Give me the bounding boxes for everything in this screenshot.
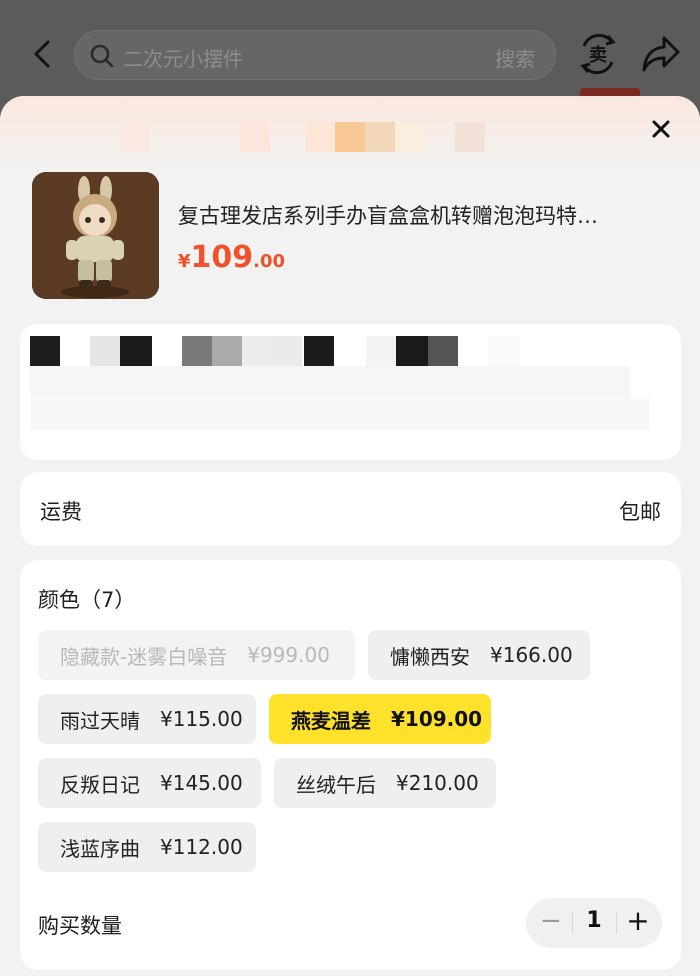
price-currency: ¥: [178, 251, 191, 272]
pixelated-content: [30, 336, 650, 430]
close-icon[interactable]: [646, 114, 676, 144]
option-name: 浅蓝序曲: [60, 836, 140, 861]
product-thumbnail: [32, 172, 159, 299]
option-chip[interactable]: 反叛日记 ¥145.00: [38, 758, 261, 808]
option-chip[interactable]: 隐藏款-迷雾白噪音 ¥999.00: [38, 630, 355, 680]
option-price: ¥210.00: [396, 771, 479, 795]
option-name: 雨过天晴: [60, 708, 140, 733]
shipping-label: 运费: [40, 500, 82, 524]
search-placeholder: 二次元小摆件: [123, 47, 243, 71]
increment-button[interactable]: +: [626, 904, 650, 937]
share-icon[interactable]: [640, 34, 682, 74]
sku-selector-sheet: 复古理发店系列手办盲盒盒机转赠泡泡玛特… ¥109.00 运费 包邮 颜色（7）: [0, 96, 700, 976]
quantity-stepper: − 1 +: [526, 898, 662, 948]
search-button[interactable]: 搜索: [495, 43, 535, 72]
option-price: ¥109.00: [391, 707, 483, 731]
color-options-card: 颜色（7） 隐藏款-迷雾白噪音 ¥999.00 慵懒西安 ¥166.00 雨过天晴 ¥…: [20, 560, 681, 970]
option-price: ¥999.00: [247, 643, 330, 667]
shipping-value: 包邮: [619, 500, 661, 524]
search-input[interactable]: 二次元小摆件 搜索: [74, 30, 556, 80]
svg-text:卖: 卖: [589, 44, 607, 66]
quantity-value[interactable]: 1: [574, 908, 614, 933]
stepper-divider: [572, 912, 573, 934]
decrement-button[interactable]: −: [540, 906, 562, 936]
sell-icon[interactable]: 卖: [578, 32, 618, 76]
options-title: 颜色（7）: [38, 588, 136, 612]
option-price: ¥115.00: [160, 707, 243, 731]
price-integer: 109: [190, 240, 254, 275]
option-name: 反叛日记: [60, 772, 140, 797]
option-chip[interactable]: 雨过天晴 ¥115.00: [38, 694, 256, 744]
stepper-divider: [616, 912, 617, 934]
option-name: 丝绒午后: [296, 772, 376, 797]
option-name: 燕麦温差: [291, 708, 371, 733]
option-chip-selected[interactable]: 燕麦温差 ¥109.00: [269, 694, 491, 744]
option-chip[interactable]: 浅蓝序曲 ¥112.00: [38, 822, 256, 872]
option-chip[interactable]: 慵懒西安 ¥166.00: [368, 630, 590, 680]
product-price: ¥109.00: [178, 240, 285, 275]
option-price: ¥112.00: [160, 835, 243, 859]
option-name: 隐藏款-迷雾白噪音: [60, 644, 228, 669]
option-name: 慵懒西安: [390, 644, 470, 669]
option-chip[interactable]: 丝绒午后 ¥210.00: [274, 758, 496, 808]
redacted-info-card: [20, 324, 681, 460]
blurred-banner: [120, 122, 485, 152]
top-bar: 二次元小摆件 搜索 卖: [0, 0, 700, 110]
option-price: ¥145.00: [160, 771, 243, 795]
back-arrow-icon[interactable]: [22, 34, 62, 74]
quantity-label: 购买数量: [38, 914, 122, 938]
product-title: 复古理发店系列手办盲盒盒机转赠泡泡玛特…: [178, 204, 598, 228]
shipping-row: 运费 包邮: [20, 472, 681, 546]
search-icon: [89, 43, 115, 73]
price-decimal: .00: [253, 251, 286, 272]
option-price: ¥166.00: [490, 643, 573, 667]
